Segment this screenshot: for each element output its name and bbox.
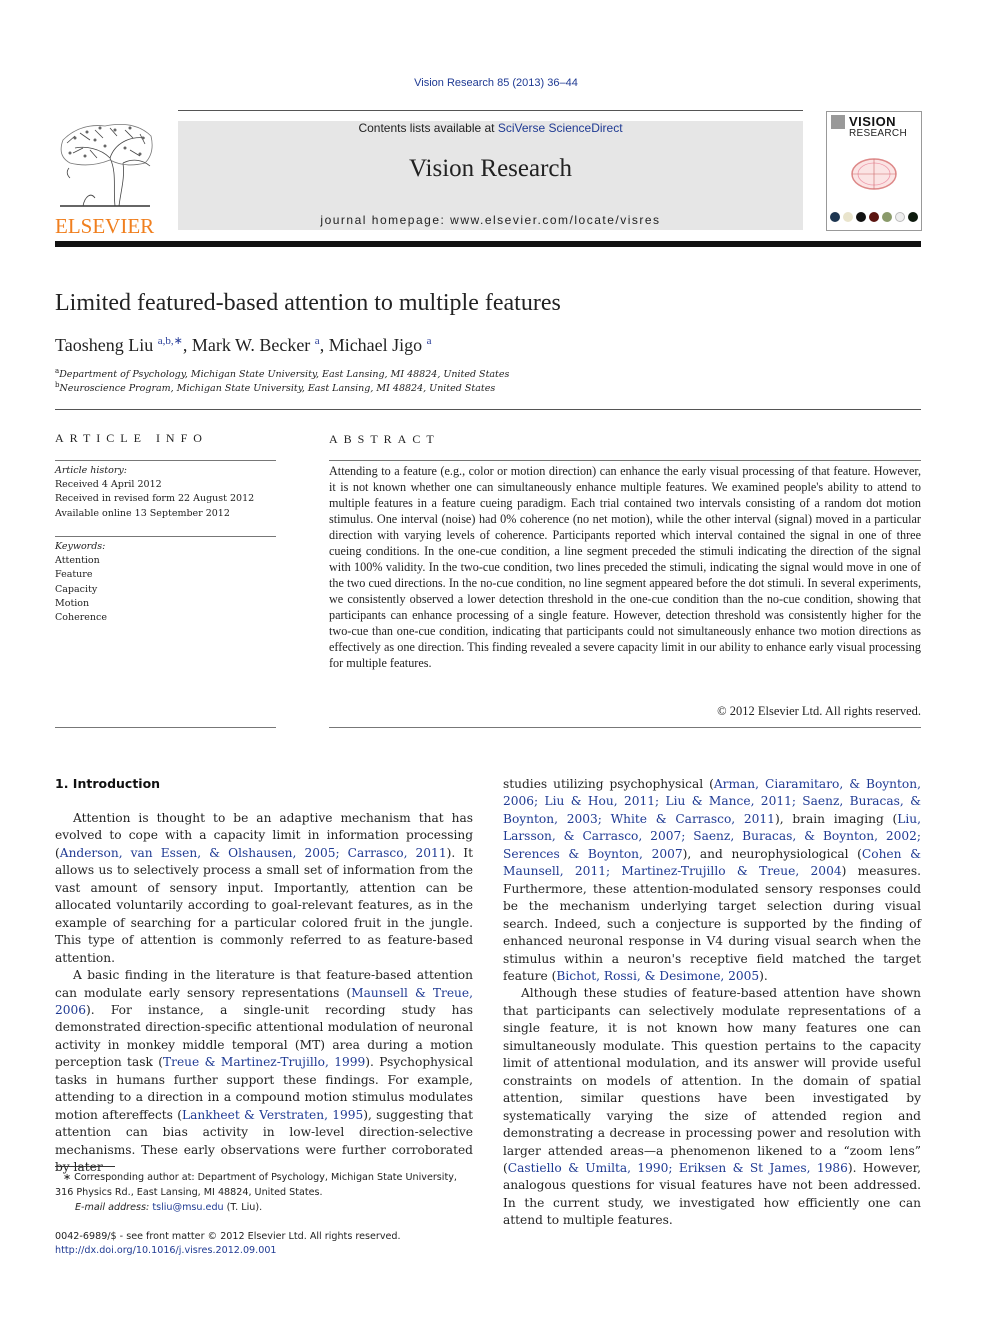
history-item: Received 4 April 2012 xyxy=(55,479,162,491)
divider xyxy=(55,727,276,728)
front-matter-text: 0042-6989/$ - see front matter © 2012 El… xyxy=(55,1231,401,1242)
affiliation: bNeuroscience Program, Michigan State Un… xyxy=(55,381,495,394)
article-history: Article history: Received 4 April 2012 R… xyxy=(55,464,276,521)
keyword: Capacity xyxy=(55,583,98,595)
journal-masthead: Contents lists available at SciVerse Sci… xyxy=(178,121,803,230)
body-column-right: studies utilizing psychophysical (Arman,… xyxy=(503,776,921,1230)
cover-dot xyxy=(908,212,918,222)
corresponding-author-text: ∗ Corresponding author at: Department of… xyxy=(55,1172,457,1198)
paragraph: A basic finding in the literature is tha… xyxy=(55,967,473,1176)
history-label: Article history: xyxy=(55,465,127,476)
text-run: ), and neurophysiological ( xyxy=(682,846,862,861)
cover-dot xyxy=(856,212,866,222)
author-name: Michael Jigo xyxy=(328,335,423,355)
cover-dot xyxy=(869,212,879,222)
citation-link[interactable]: Bichot, Rossi, & Desimone, 2005 xyxy=(556,969,759,983)
article-title: Limited featured-based attention to mult… xyxy=(55,290,561,316)
cover-dot xyxy=(882,212,892,222)
body-column-left: Attention is thought to be an adaptive m… xyxy=(55,810,473,1177)
cover-image-strip xyxy=(830,212,918,222)
corresponding-author-footnote: ∗ Corresponding author at: Department of… xyxy=(55,1170,475,1215)
text-run: ), brain imaging ( xyxy=(774,811,898,826)
history-item: Received in revised form 22 August 2012 xyxy=(55,493,255,505)
cover-figure-icon xyxy=(851,158,897,190)
history-item: Available online 13 September 2012 xyxy=(55,507,230,519)
header-rule xyxy=(178,110,803,111)
author-name: Mark W. Becker xyxy=(191,335,311,355)
author-name: Taosheng Liu xyxy=(55,335,154,355)
text-run: ). It allows us to selectively process a… xyxy=(55,845,473,965)
affiliation-text: Department of Psychology, Michigan State… xyxy=(59,369,510,381)
paragraph: studies utilizing psychophysical (Arman,… xyxy=(503,776,921,985)
abstract-text: Attending to a feature (e.g., color or m… xyxy=(329,464,921,670)
author-affiliation-marks[interactable]: a xyxy=(427,335,432,347)
contents-prefix: Contents lists available at xyxy=(358,121,498,135)
homepage-link[interactable]: www.elsevier.com/locate/visres xyxy=(450,213,660,227)
cover-dot xyxy=(895,212,905,222)
elsevier-tree-icon xyxy=(60,123,153,207)
divider xyxy=(329,727,921,728)
citation-link[interactable]: Anderson, van Essen, & Olshausen, 2005; … xyxy=(60,846,447,860)
keywords: Keywords: Attention Feature Capacity Mot… xyxy=(55,540,276,625)
elsevier-logo: ELSEVIER xyxy=(55,118,155,238)
email-label: E-mail address: xyxy=(75,1202,153,1213)
email-link[interactable]: tsliu@msu.edu xyxy=(152,1202,223,1213)
author-list: Taosheng Liu a,b,∗, Mark W. Becker a, Mi… xyxy=(55,335,432,355)
sciencedirect-link[interactable]: SciVerse ScienceDirect xyxy=(498,121,623,135)
author-affiliation-marks[interactable]: a,b,∗ xyxy=(158,335,183,347)
journal-reference[interactable]: Vision Research 85 (2013) 36–44 xyxy=(0,77,992,89)
divider xyxy=(55,536,276,537)
keyword: Attention xyxy=(55,555,100,567)
text-run: studies utilizing psychophysical ( xyxy=(503,777,714,791)
paragraph: Although these studies of feature-based … xyxy=(503,985,921,1229)
section-heading-introduction: 1. Introduction xyxy=(55,776,161,791)
journal-cover-thumbnail[interactable]: VISION RESEARCH xyxy=(826,111,922,231)
cover-dot xyxy=(843,212,853,222)
citation-link[interactable]: Castiello & Umilta, 1990; Eriksen & St J… xyxy=(508,1161,848,1175)
cover-title-line2: RESEARCH xyxy=(849,128,907,139)
divider xyxy=(329,460,921,461)
cover-dot xyxy=(830,212,840,222)
paragraph: Attention is thought to be an adaptive m… xyxy=(55,810,473,967)
journal-title: Vision Research xyxy=(408,155,573,182)
email-suffix: (T. Liu). xyxy=(223,1202,263,1213)
keyword: Feature xyxy=(55,569,93,581)
journal-homepage: journal homepage: www.elsevier.com/locat… xyxy=(178,213,803,227)
text-run: ). xyxy=(759,968,768,983)
doi-link[interactable]: http://dx.doi.org/10.1016/j.visres.2012.… xyxy=(55,1245,277,1256)
citation-link[interactable]: Lankheet & Verstraten, 1995 xyxy=(182,1108,363,1122)
contents-line: Contents lists available at SciVerse Sci… xyxy=(178,121,803,135)
affiliation-text: Neuroscience Program, Michigan State Uni… xyxy=(59,383,496,395)
keyword: Coherence xyxy=(55,612,107,624)
elsevier-wordmark: ELSEVIER xyxy=(55,214,155,238)
affiliation: aDepartment of Psychology, Michigan Stat… xyxy=(55,367,509,380)
front-matter: 0042-6989/$ - see front matter © 2012 El… xyxy=(55,1230,475,1258)
article-info-heading: ARTICLE INFO xyxy=(55,431,208,445)
header-thick-rule xyxy=(55,241,921,247)
abstract-heading: ABSTRACT xyxy=(329,432,440,446)
keywords-label: Keywords: xyxy=(55,541,106,552)
abstract-copyright: © 2012 Elsevier Ltd. All rights reserved… xyxy=(717,704,921,718)
citation-link[interactable]: Treue & Martinez-Trujillo, 1999 xyxy=(163,1055,365,1069)
text-run: Although these studies of feature-based … xyxy=(503,986,921,1175)
section-divider xyxy=(55,409,921,410)
author-affiliation-marks[interactable]: a xyxy=(315,335,320,347)
keyword: Motion xyxy=(55,597,90,609)
email-line: E-mail address: tsliu@msu.edu (T. Liu). xyxy=(55,1200,475,1215)
cover-title-line1: VISION xyxy=(849,114,897,129)
footnote-rule xyxy=(55,1166,115,1167)
cover-elsevier-mini-logo xyxy=(831,115,845,129)
text-run: ) measures. Furthermore, these attention… xyxy=(503,864,921,983)
divider xyxy=(55,460,276,461)
homepage-prefix: journal homepage: xyxy=(320,213,451,227)
journal-reference-link[interactable]: Vision Research 85 (2013) 36–44 xyxy=(414,77,578,89)
